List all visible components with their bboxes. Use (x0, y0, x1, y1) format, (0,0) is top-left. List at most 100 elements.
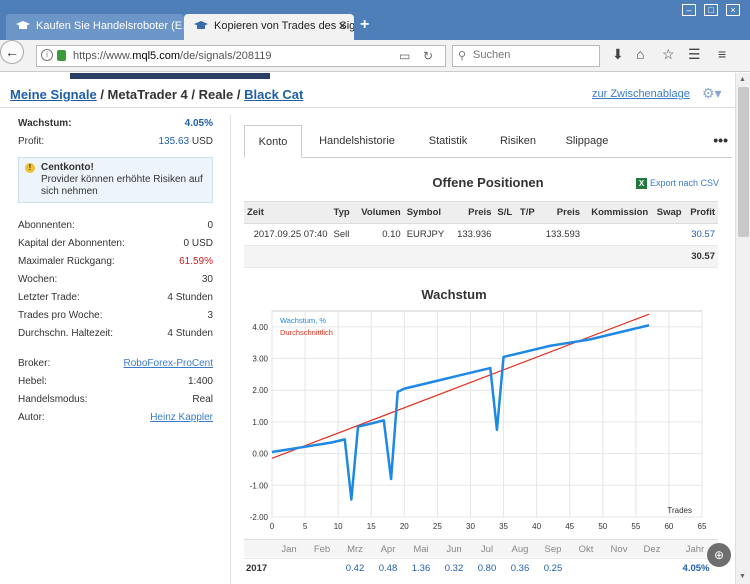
column-header: Preis (539, 201, 584, 224)
trade-mode-value: Real (192, 394, 213, 405)
search-bar[interactable]: ⚲ (452, 45, 600, 67)
bookmark-star-icon[interactable]: ☆ (662, 46, 675, 63)
browser-tab-1[interactable]: Kaufen Sie Handelsroboter (E… (6, 14, 184, 40)
zoom-icon[interactable]: ⊕ (707, 543, 731, 567)
copy-to-clipboard-link[interactable]: zur Zwischenablage (592, 88, 690, 100)
excel-icon: X (636, 178, 647, 189)
search-input[interactable] (473, 49, 593, 61)
maximize-icon[interactable]: □ (704, 4, 718, 16)
profit-row: Profit: 135.63 USD (18, 133, 213, 151)
column-header: Kommission (583, 201, 652, 224)
browser-tab-2[interactable]: Kopieren von Trades des Sign… × (184, 14, 354, 40)
stat-label: Abonnenten: (18, 220, 75, 231)
tab-statistik[interactable]: Statistik (414, 125, 482, 158)
column-header: Symbol (403, 201, 451, 224)
warning-text: Provider können erhöhte Risiken auf sich… (41, 174, 203, 197)
more-options-icon[interactable]: ••• (713, 125, 728, 155)
table-row: 2017.09.25 07:40 Sell 0.10 EURJPY 133.93… (244, 223, 718, 246)
stat-row: Durchschn. Haltezeit: 4 Stunden (18, 325, 213, 343)
stat-value: 4 Stunden (167, 328, 213, 339)
x-tick-label: 55 (631, 522, 640, 531)
growth-value: 4.05% (184, 118, 213, 129)
column-header: T/P (516, 201, 540, 224)
url-text: https://www.mql5.com/de/signals/208119 (73, 50, 272, 62)
month-header: Mai (413, 544, 429, 555)
bookmarks-list-icon[interactable]: ☰ (688, 46, 701, 63)
signal-tabs: Konto Handelshistorie Statistik Risiken … (244, 125, 732, 158)
export-csv-link[interactable]: X Export nach CSV (636, 178, 719, 189)
back-arrow-icon[interactable]: ← (0, 40, 24, 64)
column-header: Preis (450, 201, 495, 224)
leverage-row: Hebel: 1:400 (18, 373, 213, 391)
author-link[interactable]: Heinz Kappler (150, 412, 213, 423)
year-header: Jahr (685, 544, 705, 555)
growth-label: Wachstum: (18, 118, 72, 129)
breadcrumb-my-signals-link[interactable]: Meine Signale (10, 87, 97, 102)
close-tab-icon[interactable]: × (338, 18, 346, 33)
cell-volume: 0.10 (354, 223, 404, 246)
tab-risiken[interactable]: Risiken (490, 125, 546, 158)
stat-row: Abonnenten: 0 (18, 217, 213, 235)
browser-tab-strip: Kaufen Sie Handelsroboter (E… Kopieren v… (0, 0, 750, 40)
total-spacer (244, 245, 685, 268)
column-header: Swap (651, 201, 685, 224)
close-window-icon[interactable]: × (726, 4, 740, 16)
stat-label: Trades pro Woche: (18, 310, 103, 321)
browser-toolbar: ← i https://www.mql5.com/de/signals/2081… (0, 40, 750, 72)
stat-label: Durchschn. Haltezeit: (18, 328, 114, 339)
growth-chart-title: Wachstum (421, 287, 487, 302)
stat-value: 4 Stunden (167, 292, 213, 303)
cell-type: Sell (330, 223, 355, 246)
tab-handelshistorie[interactable]: Handelshistorie (308, 125, 406, 158)
warning-icon: ! (25, 163, 35, 173)
trade-mode-label: Handelsmodus: (18, 394, 88, 405)
minimize-icon[interactable]: – (682, 4, 696, 16)
tab-slippage[interactable]: Slippage (554, 125, 620, 158)
stat-label: Kapital der Abonnenten: (18, 238, 125, 249)
scrollbar-thumb[interactable] (738, 87, 749, 237)
url-bar[interactable]: i https://www.mql5.com/de/signals/208119… (36, 45, 446, 67)
stat-label: Wochen: (18, 274, 58, 285)
page-content: Meine Signale / MetaTrader 4 / Reale / B… (0, 73, 735, 584)
legend-growth: Wachstum, % (280, 316, 326, 325)
breadcrumb-signal-link[interactable]: Black Cat (244, 87, 303, 102)
x-tick-label: 40 (532, 522, 541, 531)
month-value: 1.36 (411, 563, 431, 574)
column-header: Zeit (244, 201, 331, 224)
vertical-scrollbar[interactable]: ▲ ▼ (735, 73, 750, 584)
reload-icon[interactable]: ↻ (423, 49, 433, 63)
warning-title: Centkonto! (41, 162, 94, 173)
stat-row: Maximaler Rückgang: 61.59% (18, 253, 213, 271)
tab-konto[interactable]: Konto (244, 125, 302, 158)
y-tick-label: -2.00 (250, 513, 269, 522)
broker-link[interactable]: RoboForex-ProCent (124, 358, 213, 369)
download-icon[interactable]: ⬇ (612, 46, 624, 63)
cent-account-warning: ! Centkonto! Provider können erhöhte Ris… (18, 157, 213, 203)
legend-average: Durchschnittlich (280, 328, 333, 337)
new-tab-icon[interactable]: + (360, 16, 369, 34)
month-value: 0.48 (378, 563, 398, 574)
month-header: Sep (544, 544, 562, 555)
banner-strip (70, 73, 270, 79)
scroll-up-icon[interactable]: ▲ (739, 76, 746, 83)
month-value: 0.32 (444, 563, 464, 574)
info-icon[interactable]: i (41, 49, 53, 61)
reader-view-icon[interactable]: ▭ (399, 49, 410, 63)
profit-value: 135.63 (158, 136, 190, 147)
monthly-growth-table: Jan Feb Mrz Apr Mai Jun Jul Aug Sep Okt … (244, 539, 718, 584)
leverage-value: 1:400 (187, 376, 213, 387)
stat-value: 30 (201, 274, 213, 285)
browser-tab-title: Kaufen Sie Handelsroboter (E… (36, 20, 184, 32)
home-icon[interactable]: ⌂ (636, 46, 644, 62)
scroll-down-icon[interactable]: ▼ (739, 573, 746, 580)
month-header: Mrz (347, 544, 363, 555)
monthly-header-row: Jan Feb Mrz Apr Mai Jun Jul Aug Sep Okt … (244, 539, 718, 557)
month-header: Apr (380, 544, 396, 555)
column-header: S/L (494, 201, 517, 224)
author-row: Autor: Heinz Kappler (18, 409, 213, 427)
graduation-cap-icon (16, 21, 30, 29)
stat-label: Letzter Trade: (18, 292, 80, 303)
menu-icon[interactable]: ≡ (718, 46, 726, 62)
gear-icon[interactable]: ⚙▾ (702, 85, 722, 102)
